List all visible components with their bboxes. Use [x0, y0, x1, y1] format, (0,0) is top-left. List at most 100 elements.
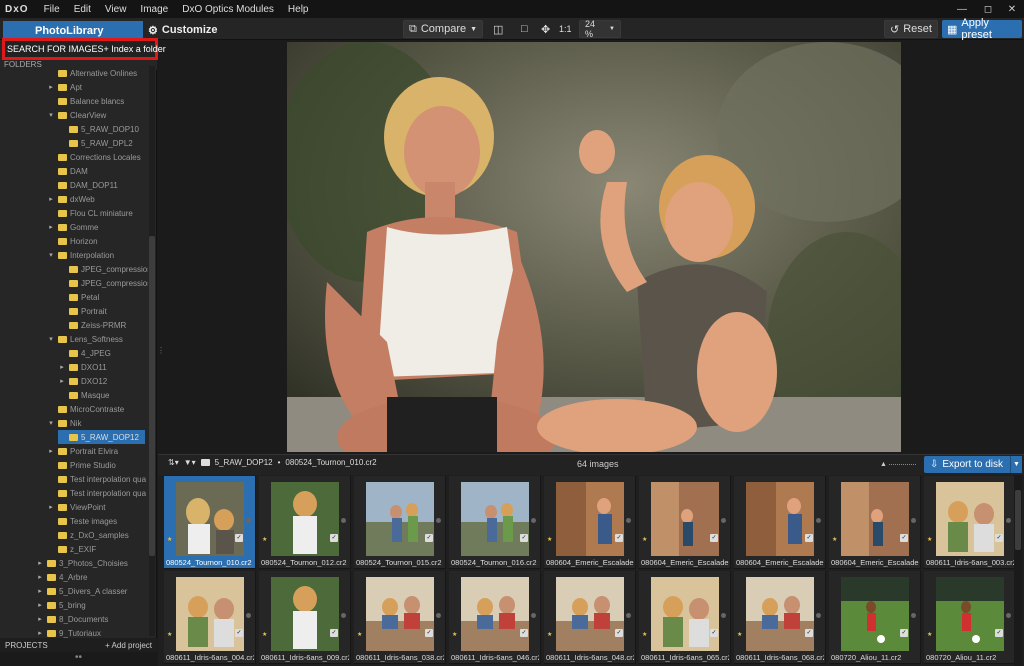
folder-tree-item[interactable]: ▾ Interpolation	[47, 248, 114, 262]
checkmark-icon[interactable]: ✓	[900, 534, 908, 542]
checkmark-icon[interactable]: ✓	[900, 629, 908, 637]
slider-track[interactable]	[888, 463, 916, 465]
split-view-icon[interactable]: ◫	[488, 20, 508, 38]
move-icon[interactable]: ✥	[536, 20, 555, 38]
search-for-images-label[interactable]: SEARCH FOR IMAGES+ Index a folder	[7, 44, 166, 54]
folder-tree-item[interactable]: DAM_DOP11	[47, 178, 118, 192]
checkmark-icon[interactable]: ✓	[425, 629, 433, 637]
tab-customize[interactable]: ⚙ Customize	[148, 22, 218, 38]
sidebar-scrollbar-thumb[interactable]	[149, 236, 155, 556]
checkmark-icon[interactable]: ✓	[995, 629, 1003, 637]
search-for-images-bar[interactable]: SEARCH FOR IMAGES+ Index a folder	[2, 38, 166, 60]
reset-button[interactable]: ↺ Reset	[884, 20, 938, 38]
filmstrip-thumbnail[interactable]: ★ ✓ 080611_Idris-6ans_048.cr2	[544, 571, 636, 664]
star-rating-icon[interactable]: ★	[832, 536, 837, 543]
menu-dxo-optics-modules[interactable]: DxO Optics Modules	[175, 4, 281, 15]
folder-tree-item[interactable]: DAM	[47, 164, 88, 178]
folder-tree-item[interactable]: ▸ Apt	[47, 80, 82, 94]
folder-tree-item[interactable]: 5_RAW_DOP10	[58, 122, 139, 136]
folder-tree-item[interactable]: ▸ Gomme	[47, 220, 98, 234]
expander-icon[interactable]: ▸	[58, 363, 66, 371]
folder-tree-item[interactable]: ▾ Lens_Softness	[47, 332, 123, 346]
filmstrip-thumbnail[interactable]: ★ ✓ 080611_Idris-6ans_038.cr2	[354, 571, 446, 664]
folder-tree-item[interactable]: ▸ 4_Arbre	[36, 570, 87, 584]
checkmark-icon[interactable]: ✓	[235, 629, 243, 637]
expander-icon[interactable]: ▾	[47, 251, 55, 259]
expander-icon[interactable]: ▸	[47, 503, 55, 511]
star-rating-icon[interactable]: ★	[547, 631, 552, 638]
folder-tree-item[interactable]: JPEG_compression	[58, 276, 148, 290]
folder-tree-item[interactable]: Teste images	[47, 514, 117, 528]
filmstrip-thumbnail[interactable]: ★ ✓ 080604_Emeric_Escalade...	[544, 476, 636, 569]
expander-icon[interactable]: ▸	[36, 559, 44, 567]
folder-tree-item[interactable]: MicroContraste	[47, 402, 124, 416]
checkmark-icon[interactable]: ✓	[425, 534, 433, 542]
checkmark-icon[interactable]: ✓	[995, 534, 1003, 542]
star-rating-icon[interactable]: ★	[357, 631, 362, 638]
filmstrip-thumbnail[interactable]: ★ ✓ 080611_Idris-6ans_009.cr2	[259, 571, 351, 664]
breadcrumb-folder[interactable]: 5_RAW_DOP12	[215, 458, 273, 467]
minimize-icon[interactable]: —	[950, 0, 974, 18]
folder-tree-item[interactable]: ▸ DXO11	[58, 360, 106, 374]
filmstrip-scrollbar-thumb[interactable]	[1015, 490, 1021, 550]
checkmark-icon[interactable]: ✓	[615, 629, 623, 637]
filter-icon[interactable]: ▼▾	[184, 458, 196, 467]
expander-icon[interactable]: ▸	[36, 573, 44, 581]
filmstrip-thumbnail[interactable]: ★ ✓ 080611_Idris-6ans_068.cr2	[734, 571, 826, 664]
folder-tree-item[interactable]: JPEG_compression	[58, 262, 148, 276]
folder-tree-item[interactable]: ▸ 9_Tutoriaux	[36, 626, 101, 638]
folder-tree-item[interactable]: Balance blancs	[47, 94, 124, 108]
checkmark-icon[interactable]: ✓	[805, 629, 813, 637]
folder-tree-item[interactable]: 4_JPEG	[58, 346, 111, 360]
folder-tree-item[interactable]: Flou CL miniature	[47, 206, 133, 220]
checkmark-icon[interactable]: ✓	[235, 534, 243, 542]
compare-button[interactable]: ⧉ Compare ▼	[403, 20, 484, 38]
apply-preset-button[interactable]: ▦ Apply preset	[942, 17, 1022, 41]
menu-help[interactable]: Help	[281, 4, 316, 15]
crop-icon[interactable]: □	[516, 20, 533, 38]
expander-icon[interactable]: ▸	[47, 195, 55, 203]
star-rating-icon[interactable]: ★	[927, 536, 932, 543]
menu-image[interactable]: Image	[133, 4, 175, 15]
expander-icon[interactable]: ▸	[47, 83, 55, 91]
export-dropdown-button[interactable]: ▼	[1010, 456, 1022, 473]
folder-tree-item[interactable]: Horizon	[47, 234, 98, 248]
folder-tree-item[interactable]: Portrait	[58, 304, 107, 318]
panel-resize-handle[interactable]: ⋮	[157, 346, 165, 356]
folder-tree-item[interactable]: Test interpolation qua	[47, 472, 146, 486]
slider-handle-icon[interactable]: ▲	[880, 461, 887, 468]
index-folder-link[interactable]: + Index a folder	[104, 44, 166, 54]
filmstrip-thumbnail[interactable]: ✓ 080524_Tournon_015.cr2	[354, 476, 446, 569]
folder-tree-item[interactable]: Zeiss-PRMR	[58, 318, 126, 332]
filmstrip-thumbnail[interactable]: ★ ✓ 080720_Aliou_11.cr2	[924, 571, 1016, 664]
folder-tree-item[interactable]: Petal	[58, 290, 99, 304]
folder-tree-item[interactable]: 5_RAW_DOP12	[58, 430, 145, 444]
folder-tree-item[interactable]: 5_RAW_DPL2	[58, 136, 133, 150]
expander-icon[interactable]: ▸	[47, 447, 55, 455]
menu-file[interactable]: File	[37, 4, 67, 15]
star-rating-icon[interactable]: ★	[642, 536, 647, 543]
filmstrip-thumbnail[interactable]: ★ ✓ 080524_Tournon_010.cr2	[164, 476, 256, 569]
star-rating-icon[interactable]: ★	[167, 631, 172, 638]
folder-tree-item[interactable]: ▸ Portrait Elvira	[47, 444, 118, 458]
filmstrip-thumbnail[interactable]: ★ ✓ 080611_Idris-6ans_046.cr2	[449, 571, 541, 664]
menu-view[interactable]: View	[98, 4, 134, 15]
zoom-dropdown[interactable]: 24 % ▼	[579, 19, 621, 39]
expander-icon[interactable]: ▾	[47, 419, 55, 427]
expander-icon[interactable]: ▸	[36, 601, 44, 609]
folder-tree-item[interactable]: ▾ Nik	[47, 416, 81, 430]
filmstrip-thumbnail[interactable]: ★ ✓ 080611_Idris-6ans_004.cr2	[164, 571, 256, 664]
filmstrip-thumbnail[interactable]: ✓ 080604_Emeric_Escalade...	[734, 476, 826, 569]
sort-icon[interactable]: ⇅▾	[168, 458, 179, 467]
folder-tree-item[interactable]: ▸ ViewPoint	[47, 500, 105, 514]
checkmark-icon[interactable]: ✓	[330, 534, 338, 542]
folder-tree-item[interactable]: Masque	[58, 388, 109, 402]
checkmark-icon[interactable]: ✓	[710, 534, 718, 542]
checkmark-icon[interactable]: ✓	[330, 629, 338, 637]
checkmark-icon[interactable]: ✓	[805, 534, 813, 542]
filmstrip-thumbnail[interactable]: ✓ 080524_Tournon_016.cr2	[449, 476, 541, 569]
folder-tree-item[interactable]: ▸ 5_Divers_A classer	[36, 584, 127, 598]
menu-edit[interactable]: Edit	[67, 4, 98, 15]
close-icon[interactable]: ✕	[1000, 0, 1024, 18]
filmstrip-thumbnail[interactable]: ★ ✓ 080604_Emeric_Escalade...	[829, 476, 921, 569]
